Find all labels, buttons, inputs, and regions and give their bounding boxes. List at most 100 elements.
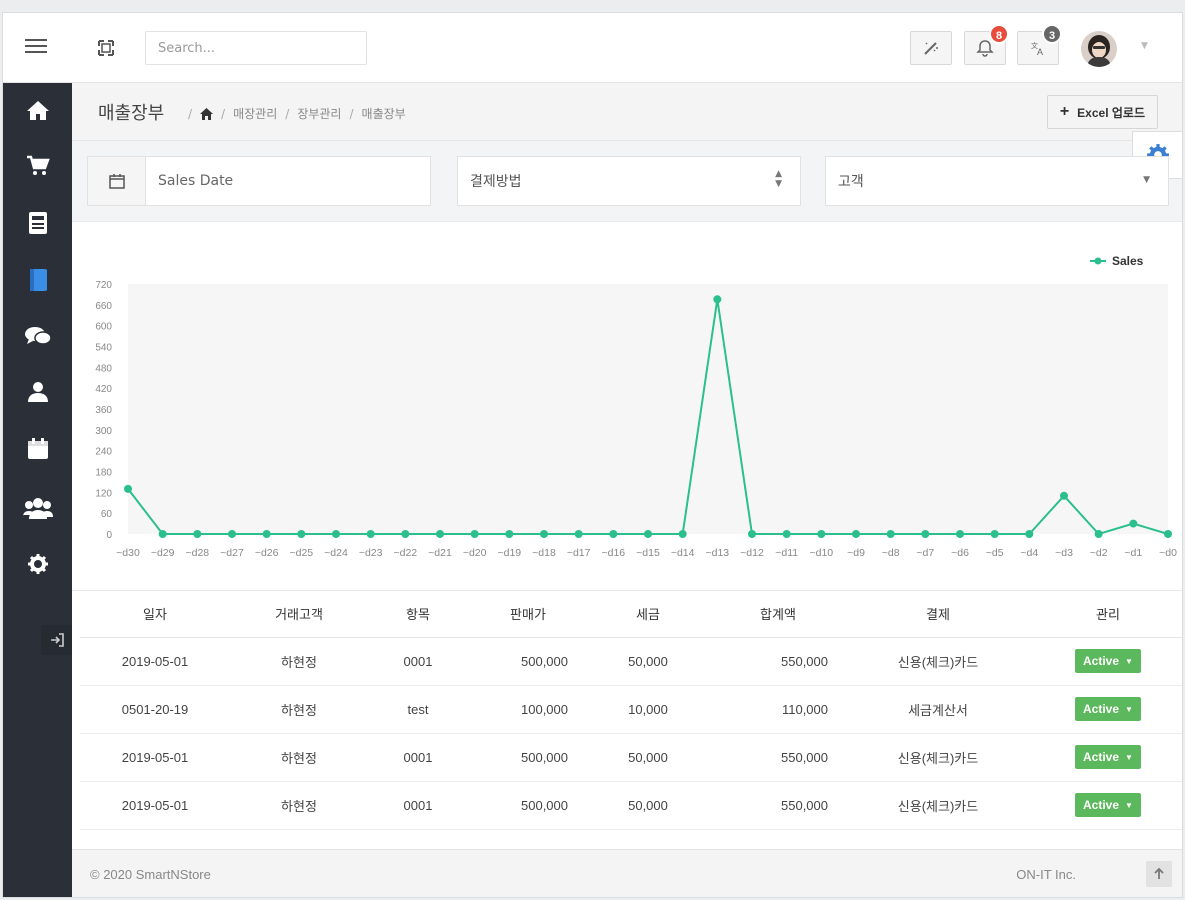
calendar-small-icon (108, 174, 125, 189)
breadcrumb-item[interactable]: 장부관리 (297, 105, 341, 122)
sales-data-point (228, 530, 236, 538)
sidebar-item-chat[interactable] (3, 316, 72, 356)
footer-copyright: © 2020 SmartNStore (90, 867, 211, 882)
status-dropdown-button[interactable]: Active ▼ (1075, 793, 1141, 817)
cell-tax: 50,000 (588, 781, 708, 830)
cell-customer: 하현정 (230, 733, 368, 782)
sidebar-item-ledger[interactable] (3, 260, 72, 300)
x-tick-label: ~d23 (359, 547, 383, 559)
menu-toggle-icon[interactable] (25, 39, 47, 55)
cell-tax: 10,000 (588, 685, 708, 734)
sales-data-point (956, 530, 964, 538)
sidebar-item-home[interactable] (3, 90, 72, 130)
sidebar-item-cart[interactable] (3, 146, 72, 186)
y-tick-label: 540 (95, 343, 112, 354)
plus-icon: + (1059, 103, 1070, 120)
breadcrumb-item[interactable]: 매장관리 (233, 105, 277, 122)
cell-customer: 하현정 (230, 685, 368, 734)
sales-data-point (332, 530, 340, 538)
x-tick-label: ~d14 (671, 547, 695, 559)
sales-data-point (921, 530, 930, 538)
cart-icon (26, 155, 50, 175)
book-icon (29, 269, 47, 291)
column-header[interactable]: 일자 (80, 591, 230, 638)
sidebar-item-calendar[interactable] (3, 429, 72, 469)
notifications-badge: 8 (989, 24, 1009, 44)
sales-data-point (609, 530, 618, 538)
y-tick-label: 720 (95, 280, 112, 291)
status-dropdown-button[interactable]: Active ▼ (1075, 745, 1141, 769)
cell-date: 2019-05-01 (80, 733, 230, 782)
sidebar-item-register[interactable] (3, 203, 72, 243)
fullscreen-icon[interactable] (95, 37, 117, 59)
cell-manage: Active ▼ (1028, 637, 1182, 686)
select-arrows-icon: ▲ ▼ (775, 169, 782, 189)
y-tick-label: 660 (95, 301, 112, 312)
breadcrumb-home-icon[interactable] (200, 107, 214, 120)
magic-wand-button[interactable] (910, 31, 952, 65)
sidebar-item-user[interactable] (3, 372, 72, 412)
sales-data-point (366, 530, 375, 538)
x-tick-label: ~d8 (882, 547, 900, 559)
sales-data-point (1164, 530, 1172, 538)
messages-button[interactable]: 文 A 3 (1017, 24, 1062, 65)
sidebar-item-users[interactable] (3, 488, 72, 528)
column-header[interactable]: 관리 (1028, 591, 1182, 638)
x-tick-label: ~d10 (810, 547, 834, 559)
x-tick-label: ~d19 (498, 547, 522, 559)
x-tick-label: ~d22 (394, 547, 418, 559)
column-header[interactable]: 항목 (368, 591, 468, 638)
cell-item: 0001 (368, 781, 468, 830)
home-icon (26, 101, 49, 120)
legend-marker (1094, 257, 1102, 265)
magic-wand-icon (924, 42, 938, 55)
customer-select[interactable]: 고객 ▼ (825, 156, 1169, 206)
table-row[interactable]: 2019-05-01 하현정 0001 500,000 50,000 550,0… (80, 733, 1182, 782)
y-tick-label: 60 (101, 509, 113, 520)
x-tick-label: ~d5 (986, 547, 1004, 559)
column-header[interactable]: 세금 (588, 591, 708, 638)
cell-price: 500,000 (468, 733, 588, 782)
cell-manage: Active ▼ (1028, 685, 1182, 734)
x-tick-label: ~d16 (602, 547, 626, 559)
status-label: Active (1083, 702, 1120, 716)
excel-upload-button[interactable]: + Excel 업로드 (1046, 95, 1158, 129)
status-dropdown-button[interactable]: Active ▼ (1075, 649, 1141, 673)
app-window: 8 文 A 3 ▼ (2, 12, 1183, 898)
sidebar-item-settings[interactable] (3, 544, 72, 584)
legend-label: Sales (1112, 254, 1144, 268)
search-input[interactable] (145, 31, 367, 65)
sales-data-point (782, 530, 791, 538)
column-header[interactable]: 결제 (848, 591, 1028, 638)
cell-date: 2019-05-01 (80, 637, 230, 686)
status-dropdown-button[interactable]: Active ▼ (1075, 697, 1141, 721)
sales-data-point (1129, 519, 1138, 528)
calendar-icon (27, 438, 48, 459)
user-menu-caret-icon[interactable]: ▼ (1141, 41, 1148, 51)
column-header[interactable]: 판매가 (468, 591, 588, 638)
y-tick-label: 420 (95, 384, 112, 395)
logout-button[interactable] (41, 625, 73, 655)
cell-payment: 신용(체크)카드 (848, 733, 1028, 782)
column-header[interactable]: 거래고객 (230, 591, 368, 638)
settings-icon (27, 554, 48, 574)
sales-date-filter[interactable]: Sales Date (87, 156, 431, 206)
y-tick-label: 240 (95, 447, 112, 458)
table-row[interactable]: 2019-05-01 하현정 0001 500,000 50,000 550,0… (80, 637, 1182, 686)
cell-tax: 50,000 (588, 637, 708, 686)
sales-data-point (470, 530, 479, 538)
notifications-button[interactable]: 8 (964, 24, 1009, 65)
table-row[interactable]: 2019-05-01 하현정 0001 500,000 50,000 550,0… (80, 781, 1182, 830)
sales-date-input[interactable]: Sales Date (146, 173, 233, 189)
arrow-up-icon (1154, 868, 1164, 879)
user-avatar[interactable] (1081, 31, 1117, 67)
payment-method-select[interactable]: 결제방법 ▲ ▼ (457, 156, 801, 206)
scroll-to-top-button[interactable] (1146, 861, 1172, 887)
column-header[interactable]: 합계액 (708, 591, 848, 638)
x-tick-label: ~d30 (116, 547, 140, 559)
calendar-addon[interactable] (88, 157, 146, 205)
page-title: 매출장부 (98, 103, 165, 124)
cell-payment: 세금계산서 (848, 685, 1028, 734)
table-row[interactable]: 0501-20-19 하현정 test 100,000 10,000 110,0… (80, 685, 1182, 734)
sidebar (3, 83, 73, 897)
